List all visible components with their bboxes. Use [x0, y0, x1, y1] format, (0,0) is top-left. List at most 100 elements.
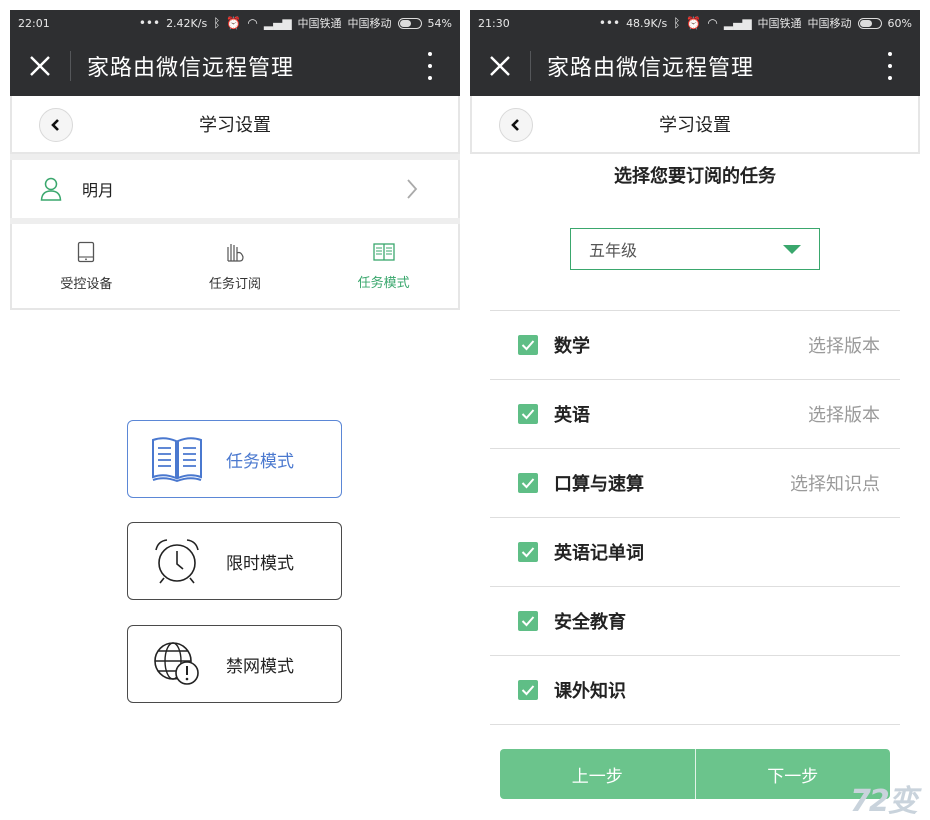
tab-task-mode[interactable]: 任务模式 [309, 224, 458, 308]
bluetooth-icon: ᛒ [673, 16, 681, 30]
checkbox[interactable] [518, 404, 538, 424]
status-time: 22:01 [18, 16, 50, 30]
page-title: 学习设置 [199, 115, 271, 136]
task-list: 数学 选择版本 英语 选择版本 口算与速算 选择知识点 英语记单词 安全教育 课… [490, 310, 900, 725]
time-limit-mode-button[interactable]: 限时模式 [127, 522, 342, 600]
carrier-2: 中国移动 [807, 17, 852, 30]
step-buttons: 上一步 下一步 [500, 749, 890, 799]
open-book-icon [152, 437, 202, 483]
task-row-extracurricular: 课外知识 [490, 656, 900, 725]
caret-down-icon [783, 245, 801, 254]
check-icon [521, 616, 535, 627]
wifi-icon: ◠ [707, 16, 718, 30]
user-name: 明月 [82, 181, 115, 200]
tab-label: 任务订阅 [209, 276, 262, 292]
close-button[interactable] [470, 36, 530, 96]
checkbox[interactable] [518, 335, 538, 355]
tab-task-subscription[interactable]: 任务订阅 [161, 224, 310, 308]
app-title: 家路由微信远程管理 [87, 56, 295, 81]
network-speed: 2.42K/s [166, 16, 208, 30]
signal-icon: ▂▄▆ [263, 16, 292, 30]
task-name: 数学 [554, 336, 590, 357]
prev-step-button[interactable]: 上一步 [500, 749, 695, 799]
mode-label: 限时模式 [226, 553, 294, 574]
globe-warning-icon [154, 642, 199, 685]
checkbox[interactable] [518, 542, 538, 562]
carrier-1: 中国铁通 [757, 17, 802, 30]
check-icon [521, 547, 535, 558]
task-row-english: 英语 选择版本 [490, 380, 900, 449]
bluetooth-icon: ᛒ [213, 16, 221, 30]
task-name: 英语记单词 [554, 543, 644, 564]
chevron-left-icon [511, 119, 519, 131]
status-time: 21:30 [478, 16, 510, 30]
close-icon [490, 56, 510, 76]
alarm-icon: ⏰ [686, 16, 702, 30]
right-phone-screen: 21:30 ••• 48.9K/s ᛒ ⏰ ◠ ▂▄▆ 中国铁通 中国移动 60… [470, 10, 920, 820]
tab-controlled-devices[interactable]: 受控设备 [12, 224, 161, 308]
wifi-icon: ◠ [247, 16, 258, 30]
appbar-divider [530, 51, 531, 81]
checkbox[interactable] [518, 680, 538, 700]
carrier-2: 中国移动 [347, 17, 392, 30]
battery-fill [859, 19, 872, 27]
sub-header: 学习设置 [470, 96, 920, 154]
alarm-icon: ⏰ [226, 16, 242, 30]
more-menu-button[interactable] [420, 52, 440, 80]
task-name: 英语 [554, 405, 590, 426]
mode-label: 任务模式 [226, 451, 294, 472]
user-row[interactable]: 明月 [10, 160, 460, 218]
task-name: 口算与速算 [554, 474, 644, 495]
tab-label: 任务模式 [357, 275, 410, 291]
dots-icon: ••• [138, 16, 161, 30]
check-icon [521, 340, 535, 351]
button-divider [694, 749, 696, 799]
carrier-1: 中国铁通 [297, 17, 342, 30]
tablet-icon [78, 241, 95, 262]
book-icon [373, 242, 395, 261]
battery-icon [857, 17, 882, 29]
battery-percent: 60% [887, 16, 912, 30]
back-button[interactable] [39, 108, 73, 142]
watermark-logo: 72变 [850, 784, 918, 819]
chevron-right-icon [407, 179, 418, 199]
app-bar: 家路由微信远程管理 [470, 36, 920, 96]
choose-edition-link[interactable]: 选择版本 [808, 332, 880, 358]
task-row-vocab: 英语记单词 [490, 518, 900, 587]
hand-icon [227, 243, 244, 262]
app-bar: 家路由微信远程管理 [10, 36, 460, 96]
section-title: 选择您要订阅的任务 [614, 166, 776, 187]
task-name: 课外知识 [554, 681, 626, 702]
sub-header: 学习设置 [10, 96, 460, 154]
check-icon [521, 478, 535, 489]
dots-icon: ••• [598, 16, 621, 30]
more-menu-button[interactable] [880, 52, 900, 80]
alarm-clock-icon [155, 539, 199, 584]
choose-knowledge-point-link[interactable]: 选择知识点 [790, 470, 880, 496]
task-row-safety: 安全教育 [490, 587, 900, 656]
left-phone-screen: 22:01 ••• 2.42K/s ᛒ ⏰ ◠ ▂▄▆ 中国铁通 中国移动 54… [10, 10, 460, 820]
close-button[interactable] [10, 36, 70, 96]
status-bar: 22:01 ••• 2.42K/s ᛒ ⏰ ◠ ▂▄▆ 中国铁通 中国移动 54… [10, 10, 460, 36]
chevron-left-icon [51, 119, 59, 131]
tab-label: 受控设备 [60, 276, 113, 292]
status-bar: 21:30 ••• 48.9K/s ᛒ ⏰ ◠ ▂▄▆ 中国铁通 中国移动 60… [470, 10, 920, 36]
grade-select[interactable]: 五年级 [570, 228, 820, 270]
task-mode-button[interactable]: 任务模式 [127, 420, 342, 498]
battery-icon [397, 17, 422, 29]
grade-value: 五年级 [589, 241, 638, 260]
signal-icon: ▂▄▆ [723, 16, 752, 30]
checkbox[interactable] [518, 473, 538, 493]
user-icon [40, 177, 62, 201]
back-button[interactable] [499, 108, 533, 142]
bottom-tabs: 受控设备 任务订阅 任务模式 [10, 224, 460, 310]
app-title: 家路由微信远程管理 [547, 56, 755, 81]
choose-edition-link[interactable]: 选择版本 [808, 401, 880, 427]
checkbox[interactable] [518, 611, 538, 631]
page-title: 学习设置 [659, 115, 731, 136]
battery-percent: 54% [427, 16, 452, 30]
task-row-math: 数学 选择版本 [490, 311, 900, 380]
check-icon [521, 409, 535, 420]
close-icon [30, 56, 50, 76]
network-ban-mode-button[interactable]: 禁网模式 [127, 625, 342, 703]
